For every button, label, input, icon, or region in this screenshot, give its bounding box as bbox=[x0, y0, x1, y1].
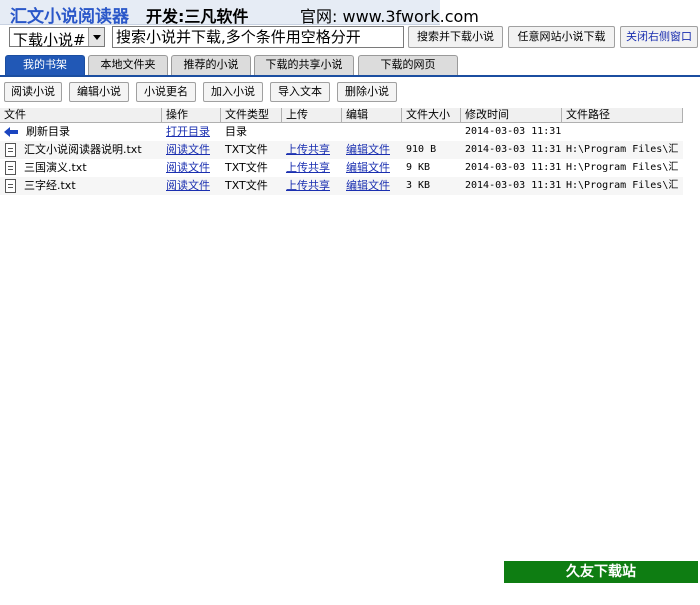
file-name: 三字经.txt bbox=[24, 179, 76, 192]
upload-share-link[interactable]: 上传共享 bbox=[286, 143, 330, 156]
edit-file-link[interactable]: 编辑文件 bbox=[346, 161, 390, 174]
back-arrow-icon bbox=[4, 127, 18, 137]
tab-recommended[interactable]: 推荐的小说 bbox=[171, 55, 251, 75]
edit-file-link[interactable]: 编辑文件 bbox=[346, 143, 390, 156]
column-header-file[interactable]: 文件 bbox=[0, 108, 162, 123]
title-bar: 汇文小说阅读器 开发:三凡软件 官网: www.3fwork.com bbox=[0, 0, 479, 27]
column-header-upload[interactable]: 上传 bbox=[282, 108, 342, 123]
table-row[interactable]: 汇文小说阅读器说明.txt 阅读文件 TXT文件 上传共享 编辑文件 910 B… bbox=[0, 141, 683, 159]
edit-link[interactable]: 编辑文件 bbox=[342, 177, 402, 195]
tab-my-bookshelf[interactable]: 我的书架 bbox=[5, 55, 85, 75]
file-type: TXT文件 bbox=[225, 179, 268, 192]
text-file-icon bbox=[5, 143, 16, 157]
add-novel-button[interactable]: 加入小说 bbox=[203, 82, 263, 102]
upload-link[interactable]: 上传共享 bbox=[282, 159, 342, 177]
edit-novel-button[interactable]: 编辑小说 bbox=[69, 82, 129, 102]
tab-local-folder[interactable]: 本地文件夹 bbox=[88, 55, 168, 75]
search-input[interactable]: 搜索小说并下载,多个条件用空格分开 bbox=[112, 26, 404, 48]
action-link[interactable]: 阅读文件 bbox=[162, 159, 221, 177]
upload-share-link[interactable]: 上传共享 bbox=[286, 161, 330, 174]
column-header-type[interactable]: 文件类型 bbox=[221, 108, 282, 123]
file-name: 三国演义.txt bbox=[24, 161, 87, 174]
file-type: TXT文件 bbox=[225, 143, 268, 156]
download-type-value: 下载小说# bbox=[13, 31, 86, 49]
delete-novel-button[interactable]: 删除小说 bbox=[337, 82, 397, 102]
read-file-link[interactable]: 阅读文件 bbox=[166, 143, 210, 156]
watermark-badge: 久友下载站(www.9upk.com) bbox=[504, 561, 698, 602]
modified-time: 2014-03-03 11:31 bbox=[465, 162, 562, 173]
action-link[interactable]: 阅读文件 bbox=[162, 141, 221, 159]
edit-link[interactable]: 编辑文件 bbox=[342, 159, 402, 177]
edit-file-link[interactable]: 编辑文件 bbox=[346, 179, 390, 192]
column-header-edit[interactable]: 编辑 bbox=[342, 108, 402, 123]
column-header-path[interactable]: 文件路径 bbox=[562, 108, 683, 123]
file-path: H:\Program Files\汇 bbox=[566, 162, 679, 173]
edit-link[interactable]: 编辑文件 bbox=[342, 141, 402, 159]
read-file-link[interactable]: 阅读文件 bbox=[166, 161, 210, 174]
website-label: 官网: www.3fwork.com bbox=[300, 7, 479, 26]
file-type: TXT文件 bbox=[225, 161, 268, 174]
tab-downloaded-pages[interactable]: 下载的网页 bbox=[358, 55, 458, 75]
tab-bar: 我的书架 本地文件夹 推荐的小说 下载的共享小说 下载的网页 bbox=[0, 53, 700, 77]
file-path: H:\Program Files\汇 bbox=[566, 180, 679, 191]
column-header-action[interactable]: 操作 bbox=[162, 108, 221, 123]
file-size: 910 B bbox=[406, 144, 437, 155]
developer-label: 开发:三凡软件 bbox=[146, 7, 249, 26]
modified-time: 2014-03-03 11:31 bbox=[465, 126, 562, 137]
app-name: 汇文小说阅读器 bbox=[10, 7, 129, 27]
table-row[interactable]: 三字经.txt 阅读文件 TXT文件 上传共享 编辑文件 3 KB 2014-0… bbox=[0, 177, 683, 195]
modified-time: 2014-03-03 11:31 bbox=[465, 180, 562, 191]
column-header-modified[interactable]: 修改时间 bbox=[461, 108, 562, 123]
upload-share-link[interactable]: 上传共享 bbox=[286, 179, 330, 192]
modified-time: 2014-03-03 11:31 bbox=[465, 144, 562, 155]
rename-novel-button[interactable]: 小说更名 bbox=[136, 82, 196, 102]
any-site-download-button[interactable]: 任意网站小说下载 bbox=[508, 26, 615, 48]
file-path: H:\Program Files\汇 bbox=[566, 144, 679, 155]
table-row[interactable]: 刷新目录 打开目录 目录 2014-03-03 11:31 bbox=[0, 123, 683, 141]
read-novel-button[interactable]: 阅读小说 bbox=[4, 82, 62, 102]
close-right-panel-button[interactable]: 关闭右侧窗口 bbox=[620, 26, 698, 48]
read-file-link[interactable]: 阅读文件 bbox=[166, 179, 210, 192]
open-folder-link[interactable]: 打开目录 bbox=[166, 125, 210, 138]
file-name: 汇文小说阅读器说明.txt bbox=[24, 143, 142, 156]
text-file-icon bbox=[5, 179, 16, 193]
upload-link[interactable]: 上传共享 bbox=[282, 177, 342, 195]
import-text-button[interactable]: 导入文本 bbox=[270, 82, 330, 102]
action-link[interactable]: 阅读文件 bbox=[162, 177, 221, 195]
search-download-button[interactable]: 搜索并下载小说 bbox=[408, 26, 503, 48]
file-type: 目录 bbox=[225, 125, 247, 138]
file-size: 3 KB bbox=[406, 180, 431, 191]
tab-shared-downloads[interactable]: 下载的共享小说 bbox=[254, 55, 354, 75]
download-type-select[interactable]: 下载小说# bbox=[9, 27, 105, 49]
chevron-down-icon[interactable] bbox=[88, 28, 104, 46]
table-row[interactable]: 三国演义.txt 阅读文件 TXT文件 上传共享 编辑文件 9 KB 2014-… bbox=[0, 159, 683, 177]
text-file-icon bbox=[5, 161, 16, 175]
file-name: 刷新目录 bbox=[26, 125, 70, 138]
upload-link[interactable]: 上传共享 bbox=[282, 141, 342, 159]
action-link[interactable]: 打开目录 bbox=[162, 123, 221, 141]
column-header-size[interactable]: 文件大小 bbox=[402, 108, 461, 123]
file-size: 9 KB bbox=[406, 162, 431, 173]
